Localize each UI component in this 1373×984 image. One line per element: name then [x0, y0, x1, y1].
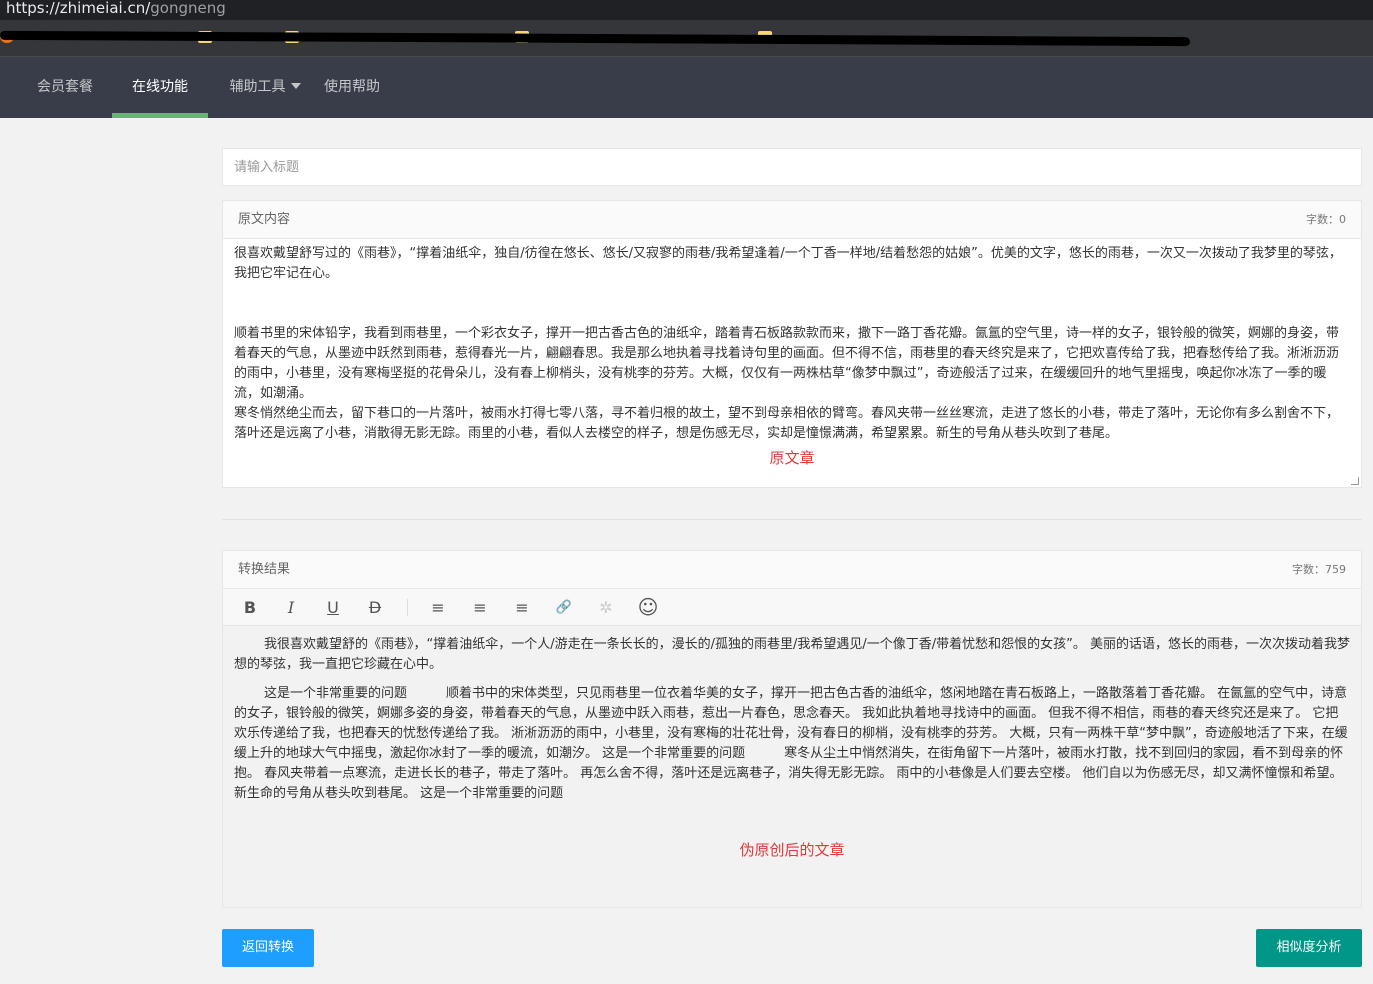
nav-label: 在线功能: [132, 79, 188, 95]
link-icon[interactable]: 🔗: [551, 589, 577, 626]
align-right-icon[interactable]: ≡: [509, 589, 535, 626]
result-word-count: 字数：759: [1292, 563, 1346, 576]
bookmarks-bar: [0, 20, 1373, 57]
original-annotation: 原文章: [769, 449, 815, 467]
paragraph: 寒冬悄然绝尘而去，留下巷口的一片落叶，被雨水打得七零八落，寻不着归根的故土，望不…: [234, 406, 1340, 441]
redaction-scribble: [0, 30, 1191, 47]
paragraph: 我很喜欢戴望舒的《雨巷》，“撑着油纸伞，一个人/游走在一条长长的，漫长的/孤独的…: [234, 637, 1351, 672]
back-convert-button[interactable]: 返回转换: [222, 929, 314, 967]
underline-icon[interactable]: U: [320, 589, 346, 626]
divider: [222, 519, 1362, 520]
nav-label: 辅助工具: [229, 79, 286, 95]
nav-label: 会员套餐: [37, 79, 93, 95]
italic-icon[interactable]: I: [278, 589, 304, 626]
editor-toolbar: B I U D ≡ ≡ ≡ 🔗 ✲ ☺: [223, 589, 1361, 626]
nav-online-features[interactable]: 在线功能: [112, 57, 208, 118]
result-editor[interactable]: 我很喜欢戴望舒的《雨巷》，“撑着油纸伞，一个人/游走在一条长长的，漫长的/孤独的…: [223, 626, 1361, 865]
paragraph: 很喜欢戴望舒写过的《雨巷》，“撑着油纸伞，独自/彷徨在悠长、悠长/又寂寥的雨巷/…: [234, 246, 1342, 281]
address-bar[interactable]: https://zhimeiai.cn/gongneng: [0, 0, 1373, 20]
bold-icon[interactable]: B: [237, 589, 263, 626]
resize-handle[interactable]: [1351, 477, 1359, 485]
original-title: 原文内容: [238, 212, 291, 227]
main-nav: 会员套餐 在线功能 辅助工具 使用帮助: [0, 57, 1373, 118]
align-center-icon[interactable]: ≡: [467, 589, 493, 626]
similarity-analysis-button[interactable]: 相似度分析: [1256, 929, 1362, 967]
result-title: 转换结果: [238, 562, 291, 577]
title-input[interactable]: [222, 148, 1362, 186]
nav-tools-dropdown[interactable]: 辅助工具: [215, 57, 315, 118]
result-annotation: 伪原创后的文章: [739, 841, 845, 859]
original-textarea[interactable]: 很喜欢戴望舒写过的《雨巷》，“撑着油纸伞，独自/彷徨在悠长、悠长/又寂寥的雨巷/…: [223, 239, 1361, 487]
paragraph: 这是一个非常重要的问题 顺着书中的宋体类型，只见雨巷里一位衣着华美的女子，撑开一…: [234, 686, 1348, 801]
result-panel: 转换结果 字数：759 B I U D ≡ ≡ ≡ 🔗 ✲ ☺ 我很喜欢戴望舒的《…: [222, 550, 1362, 908]
unlink-icon[interactable]: ✲: [593, 589, 619, 626]
url-path: gongneng: [150, 0, 226, 17]
caret-down-icon: [290, 83, 301, 89]
original-word-count: 字数：0: [1306, 213, 1346, 226]
emoji-icon[interactable]: ☺: [635, 589, 661, 626]
toolbar-separator: [407, 599, 408, 616]
original-header: 原文内容 字数：0: [223, 201, 1361, 239]
original-panel: 原文内容 字数：0 很喜欢戴望舒写过的《雨巷》，“撑着油纸伞，独自/彷徨在悠长、悠…: [222, 200, 1362, 488]
nav-help[interactable]: 使用帮助: [310, 57, 394, 118]
paragraph: 顺着书里的宋体铅字，我看到雨巷里，一个彩衣女子，撑开一把古香古色的油纸伞，踏着青…: [234, 326, 1340, 401]
url-host: https://zhimeiai.cn/: [6, 0, 151, 17]
nav-label: 使用帮助: [324, 79, 380, 95]
strikethrough-icon[interactable]: D: [362, 589, 388, 626]
align-left-icon[interactable]: ≡: [425, 589, 451, 626]
nav-membership[interactable]: 会员套餐: [20, 57, 110, 118]
result-header: 转换结果 字数：759: [223, 551, 1361, 589]
